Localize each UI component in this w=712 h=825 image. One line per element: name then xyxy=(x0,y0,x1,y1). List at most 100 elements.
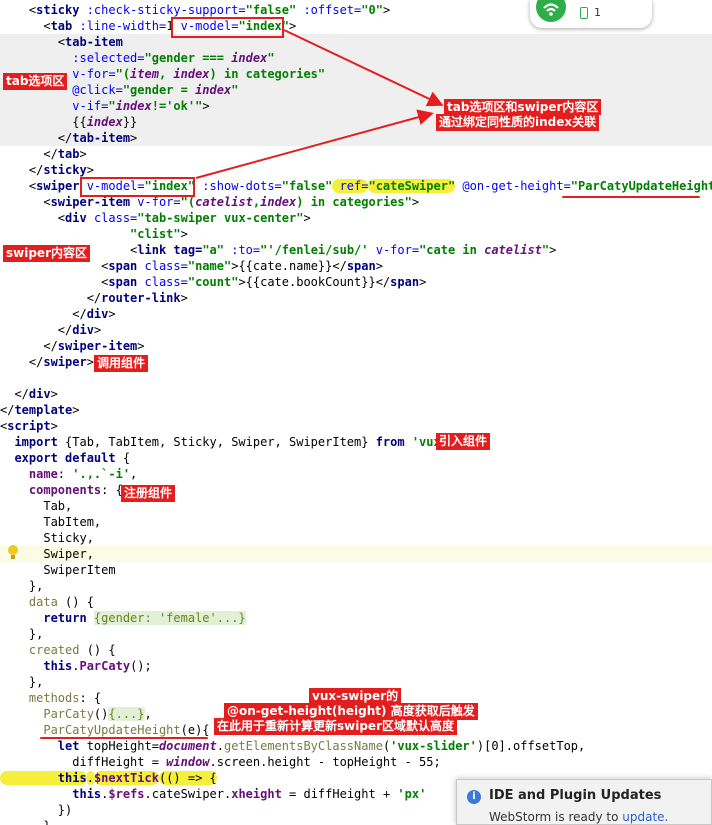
code-token: , xyxy=(130,467,138,481)
code-line[interactable]: name: '.,.`-i', xyxy=(0,466,712,482)
code-line[interactable]: </template> xyxy=(0,402,712,418)
code-token: 55; xyxy=(419,755,441,769)
code-line[interactable]: import {Tab, TabItem, Sticky, Swiper, Sw… xyxy=(0,434,712,450)
code-line[interactable]: Tab, xyxy=(0,498,712,514)
code-line[interactable]: <div class="tab-swiper vux-center"> xyxy=(0,210,712,226)
code-token: index xyxy=(231,51,268,65)
code-line[interactable]: diffHeight = window.screen.height - topH… xyxy=(0,754,712,770)
code-token: created xyxy=(0,643,87,657)
code-line[interactable]: export default { xyxy=(0,450,712,466)
code-token: > xyxy=(86,355,94,369)
code-token: (); xyxy=(130,659,152,673)
code-token: </ xyxy=(0,323,73,337)
code-token: catelist xyxy=(195,195,253,209)
code-token: > xyxy=(419,275,427,289)
code-token: </ xyxy=(0,147,58,161)
code-token: tab xyxy=(50,19,80,33)
code-line[interactable]: </tab> xyxy=(0,146,712,162)
code-line[interactable]: TabItem, xyxy=(0,514,712,530)
code-token: {...} xyxy=(108,707,145,721)
code-line[interactable]: this.ParCaty(); xyxy=(0,658,712,674)
code-token: }, xyxy=(0,675,44,689)
code-line[interactable]: Swiper, xyxy=(0,546,712,562)
code-token: window xyxy=(166,755,210,769)
code-token: :line-width= xyxy=(79,19,167,33)
code-token: let xyxy=(0,739,87,753)
code-line[interactable]: let topHeight=document.getElementsByClas… xyxy=(0,738,712,754)
code-token: from xyxy=(375,435,412,449)
code-token: {Tab, TabItem, Sticky, Swiper, SwiperIte… xyxy=(65,435,376,449)
annotation-call-component: 调用组件 xyxy=(94,355,149,372)
status-widget[interactable]: 1 xyxy=(530,0,652,28)
code-token: Tab, xyxy=(0,499,73,513)
code-line[interactable]: v-for="(item, index) in categories" xyxy=(0,66,712,82)
code-line[interactable]: <script> xyxy=(0,418,712,434)
code-line[interactable]: </tab-item> xyxy=(0,130,712,146)
code-token: index xyxy=(173,67,210,81)
code-line[interactable]: <span class="count">{{cate.bookCount}}</… xyxy=(0,274,712,290)
code-token: . xyxy=(86,771,94,785)
code-token: export default xyxy=(0,451,123,465)
code-token: > xyxy=(411,195,420,209)
code-token: , xyxy=(158,67,174,81)
vmodel-box-tab xyxy=(171,17,284,38)
code-line[interactable] xyxy=(0,370,712,386)
code-line[interactable]: <link tag="a" :to="'/fenlei/sub/' v-for=… xyxy=(0,242,712,258)
annotation-swiper-area: swiper内容区 xyxy=(3,245,90,262)
code-line[interactable]: v-if="index!='ok'"> xyxy=(0,98,712,114)
code-token: </ xyxy=(0,307,87,321)
code-token: ParCatyUpdateHeight xyxy=(0,723,181,737)
code-token: > xyxy=(549,243,557,257)
code-token: </ xyxy=(0,291,102,305)
code-token: link tag= xyxy=(137,243,203,257)
code-line[interactable]: }, xyxy=(0,626,712,642)
update-notification[interactable]: i IDE and Plugin Updates WebStorm is rea… xyxy=(456,779,712,825)
code-token: }} xyxy=(122,115,138,129)
code-token: "tab-swiper vux-center" xyxy=(137,211,304,225)
code-token: (() => { xyxy=(158,771,217,785)
code-token: div xyxy=(72,323,94,337)
code-token: .screen.height - topHeight - xyxy=(209,755,420,769)
code-token: " xyxy=(108,99,116,113)
code-line[interactable]: @click="gender = index" xyxy=(0,82,712,98)
code-line[interactable]: "clist"> xyxy=(0,226,712,242)
code-token: document xyxy=(158,739,217,753)
code-token: "( xyxy=(115,67,131,81)
update-link[interactable]: update. xyxy=(622,810,668,824)
code-line[interactable]: </router-link> xyxy=(0,290,712,306)
code-line[interactable]: }, xyxy=(0,578,712,594)
code-line[interactable]: </div> xyxy=(0,306,712,322)
code-line[interactable]: {{index}} xyxy=(0,114,712,130)
code-line[interactable]: :selected="gender === index" xyxy=(0,50,712,66)
code-line[interactable]: </swiper-item> xyxy=(0,338,712,354)
code-line[interactable]: Sticky, xyxy=(0,530,712,546)
code-token: }, xyxy=(0,627,44,641)
code-line[interactable]: SwiperItem xyxy=(0,562,712,578)
code-token: : { xyxy=(101,483,123,497)
code-token: $refs xyxy=(108,787,145,801)
code-token: "cateSwiper" xyxy=(368,179,456,193)
code-token: (e){ xyxy=(180,723,210,737)
code-line[interactable]: components: { xyxy=(0,482,712,498)
code-line[interactable]: return {gender: 'female'...} xyxy=(0,610,712,626)
code-token: '.,.`-i' xyxy=(72,467,131,481)
code-line[interactable]: </div> xyxy=(0,386,712,402)
code-token: :offset= xyxy=(296,3,362,17)
code-line[interactable]: <span class="name">{{cate.name}}</span> xyxy=(0,258,712,274)
code-token: () xyxy=(93,707,109,721)
code-token: < xyxy=(0,195,51,209)
code-token: , xyxy=(144,707,152,721)
code-line[interactable]: </div> xyxy=(0,322,712,338)
notification-text: WebStorm is ready to xyxy=(489,810,623,824)
lightbulb-icon[interactable] xyxy=(8,545,18,555)
code-token: div xyxy=(28,387,51,401)
code-line[interactable]: <tab-item xyxy=(0,34,712,50)
code-line[interactable]: created () { xyxy=(0,642,712,658)
code-token: swiper-item xyxy=(50,195,138,209)
code-token: tab xyxy=(57,147,80,161)
code-token: @on-get-height= xyxy=(455,179,571,193)
code-line[interactable]: data () { xyxy=(0,594,712,610)
code-line[interactable]: </sticky> xyxy=(0,162,712,178)
code-token: "ParCatyUpdateHeight" xyxy=(570,179,712,193)
code-token: > xyxy=(50,419,58,433)
